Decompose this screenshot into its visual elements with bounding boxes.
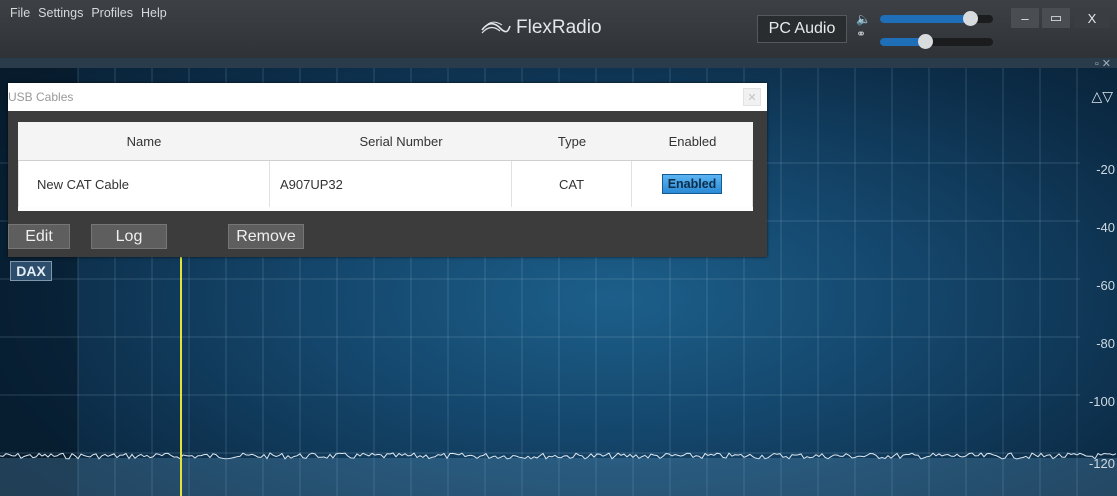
- brand-logo: FlexRadio: [480, 17, 602, 39]
- usb-cables-table: Name Serial Number Type Enabled New CAT …: [18, 122, 753, 211]
- edit-button[interactable]: Edit: [8, 224, 70, 249]
- db-label: -40: [1096, 220, 1115, 235]
- speaker-volume-slider[interactable]: [880, 11, 993, 26]
- column-header-name[interactable]: Name: [18, 122, 270, 160]
- usb-cables-dialog: USB Cables ✕ Name Serial Number Type Ena…: [8, 83, 767, 257]
- remove-button[interactable]: Remove: [228, 224, 304, 249]
- restore-button[interactable]: ▭: [1042, 8, 1070, 28]
- db-label: -60: [1096, 278, 1115, 293]
- db-label: -100: [1088, 394, 1115, 409]
- headphones-icon: ⚭: [856, 27, 867, 41]
- db-label: -80: [1096, 336, 1115, 351]
- enabled-toggle-button[interactable]: Enabled: [661, 174, 723, 194]
- brand-name: FlexRadio: [516, 17, 602, 38]
- audio-icons: 🔈 ⚭: [856, 12, 871, 42]
- dax-button[interactable]: DAX: [10, 261, 52, 281]
- noise-floor-fill: [0, 458, 1117, 496]
- dialog-close-icon[interactable]: ✕: [743, 88, 761, 106]
- panadapter-header: ▫ ✕: [0, 58, 1117, 70]
- menu-file[interactable]: File: [10, 6, 30, 20]
- slice-marker[interactable]: [180, 248, 182, 496]
- title-bar: File Settings Profiles Help FlexRadio PC…: [0, 0, 1117, 58]
- cable-serial-cell[interactable]: A907UP32: [270, 161, 512, 207]
- minimize-button[interactable]: –: [1011, 8, 1039, 28]
- speaker-icon: 🔈: [856, 12, 871, 26]
- db-label: -20: [1096, 162, 1115, 177]
- menu-settings[interactable]: Settings: [38, 6, 83, 20]
- db-label: -120: [1088, 456, 1115, 471]
- cable-name-cell[interactable]: New CAT Cable: [18, 161, 270, 207]
- headphone-volume-slider[interactable]: [880, 34, 993, 49]
- cable-type-cell[interactable]: CAT: [512, 161, 632, 207]
- speaker-volume-knob[interactable]: [963, 11, 979, 26]
- log-button[interactable]: Log: [91, 224, 167, 249]
- flexradio-wave-icon: [481, 21, 511, 34]
- pc-audio-button[interactable]: PC Audio: [757, 15, 847, 43]
- column-header-enabled[interactable]: Enabled: [632, 122, 753, 160]
- speaker-volume-fill: [880, 15, 971, 23]
- headphone-volume-knob[interactable]: [918, 34, 934, 49]
- db-scale[interactable]: △▽ -20 -40 -60 -80 -100 -120: [1081, 68, 1117, 496]
- menu-profiles[interactable]: Profiles: [91, 6, 133, 20]
- close-button[interactable]: X: [1074, 8, 1110, 28]
- menu-bar: File Settings Profiles Help: [10, 6, 167, 20]
- column-header-type[interactable]: Type: [512, 122, 632, 160]
- scale-arrows-icon[interactable]: △▽: [1091, 88, 1113, 105]
- table-row[interactable]: New CAT Cable A907UP32 CAT Enabled: [18, 161, 753, 207]
- dialog-title: USB Cables: [8, 83, 767, 111]
- column-header-serial[interactable]: Serial Number: [270, 122, 512, 160]
- menu-help[interactable]: Help: [141, 6, 167, 20]
- table-header: Name Serial Number Type Enabled: [18, 122, 753, 161]
- cable-enabled-cell: Enabled: [632, 161, 753, 207]
